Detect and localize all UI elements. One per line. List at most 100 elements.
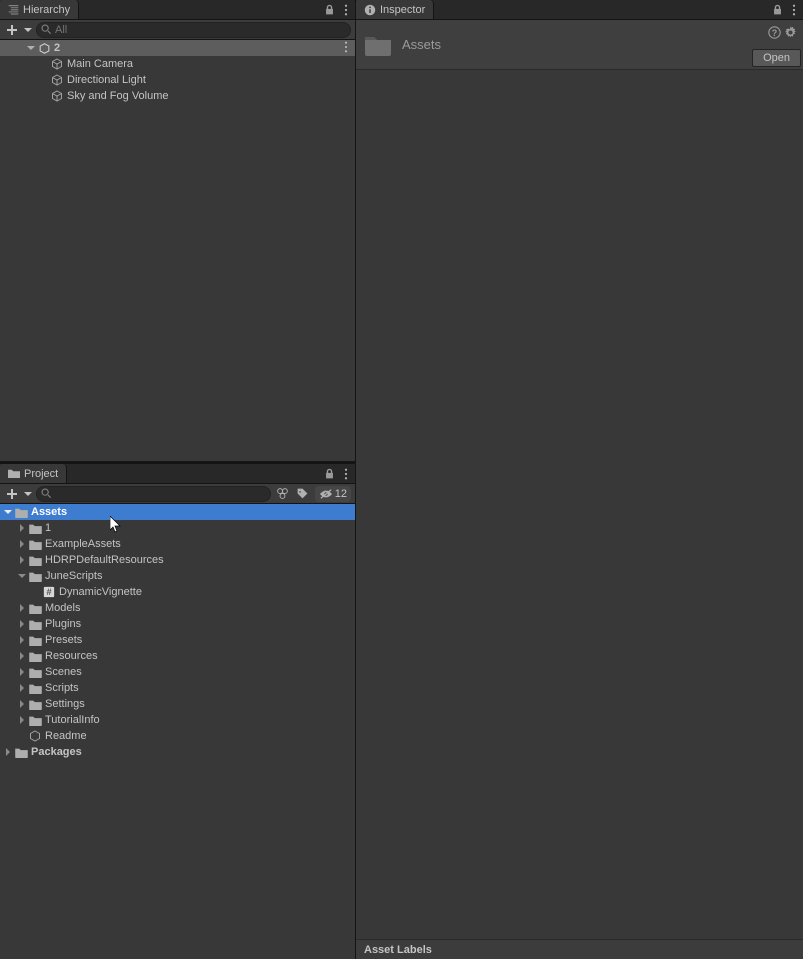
folder-icon: [28, 553, 42, 567]
project-item[interactable]: Assets: [0, 504, 355, 520]
info-icon: [364, 4, 376, 16]
inspector-header: Assets ? Open: [356, 20, 803, 70]
hierarchy-icon: [8, 4, 19, 15]
folder-icon: [28, 537, 42, 551]
project-item-label: Scripts: [45, 682, 79, 694]
kebab-icon[interactable]: [341, 4, 351, 16]
project-item[interactable]: Scripts: [0, 680, 355, 696]
project-item-label: Presets: [45, 634, 82, 646]
project-item[interactable]: Models: [0, 600, 355, 616]
folder-icon: [364, 33, 392, 57]
hierarchy-item-label: Directional Light: [67, 74, 146, 86]
help-icon[interactable]: ?: [768, 26, 781, 39]
project-item-label: DynamicVignette: [59, 586, 142, 598]
kebab-icon[interactable]: [789, 4, 799, 16]
folder-icon: [28, 601, 42, 615]
project-item-label: Resources: [45, 650, 98, 662]
create-button[interactable]: [4, 22, 20, 38]
hierarchy-tabbar: Hierarchy: [0, 0, 355, 20]
project-tree: Assets1 ExampleAssets HDRPDefaultResources…: [0, 504, 355, 959]
project-item[interactable]: Presets: [0, 632, 355, 648]
kebab-icon[interactable]: [341, 468, 351, 480]
inspector-panel: Inspector Assets ? Open Asset Labels: [356, 0, 803, 959]
project-item-label: JuneScripts: [45, 570, 102, 582]
svg-text:#: #: [46, 586, 52, 597]
project-panel: Project 12: [0, 464, 355, 959]
lock-icon[interactable]: [324, 4, 335, 15]
asset-labels-header[interactable]: Asset Labels: [356, 939, 803, 959]
kebab-icon[interactable]: [341, 41, 351, 53]
folder-icon: [28, 569, 42, 583]
gameobject-icon: [50, 73, 64, 87]
gameobject-icon: [50, 89, 64, 103]
unity-icon: [37, 41, 51, 55]
hierarchy-search-input[interactable]: [36, 22, 351, 38]
hierarchy-panel: Hierarchy 2: [0, 0, 355, 461]
lock-icon[interactable]: [324, 468, 335, 479]
filter-by-type-button[interactable]: [275, 486, 291, 502]
hierarchy-item[interactable]: Sky and Fog Volume: [0, 88, 355, 104]
folder-icon: [28, 633, 42, 647]
project-item[interactable]: Resources: [0, 648, 355, 664]
project-item[interactable]: Readme: [0, 728, 355, 744]
hidden-icon: [319, 488, 333, 500]
gameobject-icon: [50, 57, 64, 71]
project-tabbar: Project: [0, 464, 355, 484]
project-search-input[interactable]: [36, 486, 271, 502]
project-item[interactable]: # DynamicVignette: [0, 584, 355, 600]
project-item[interactable]: ExampleAssets: [0, 536, 355, 552]
folder-icon: [28, 681, 42, 695]
project-item-label: HDRPDefaultResources: [45, 554, 164, 566]
chevron-down-icon[interactable]: [24, 490, 32, 498]
project-item-label: Packages: [31, 746, 82, 758]
project-title: Project: [24, 468, 58, 480]
open-button[interactable]: Open: [752, 49, 801, 67]
project-item[interactable]: Scenes: [0, 664, 355, 680]
project-item-label: Plugins: [45, 618, 81, 630]
inspector-tab[interactable]: Inspector: [356, 0, 434, 19]
folder-icon: [28, 617, 42, 631]
hierarchy-item-label: Sky and Fog Volume: [67, 90, 169, 102]
folder-icon: [28, 521, 42, 535]
hierarchy-item[interactable]: Directional Light: [0, 72, 355, 88]
filter-by-label-button[interactable]: [295, 486, 311, 502]
inspector-body: [356, 70, 803, 939]
create-button[interactable]: [4, 486, 20, 502]
lock-icon[interactable]: [772, 4, 783, 15]
chevron-down-icon[interactable]: [24, 26, 32, 34]
project-item[interactable]: Settings: [0, 696, 355, 712]
project-tab[interactable]: Project: [0, 464, 67, 483]
project-toolbar: 12: [0, 484, 355, 504]
search-icon: [41, 24, 52, 35]
inspector-asset-name: Assets: [402, 37, 441, 52]
project-item-label: TutorialInfo: [45, 714, 100, 726]
project-item[interactable]: HDRPDefaultResources: [0, 552, 355, 568]
project-item[interactable]: JuneScripts: [0, 568, 355, 584]
svg-text:?: ?: [772, 28, 777, 38]
gear-icon[interactable]: [784, 26, 797, 39]
hierarchy-tab[interactable]: Hierarchy: [0, 0, 79, 19]
inspector-title: Inspector: [380, 4, 425, 16]
script-icon: #: [42, 585, 56, 599]
hierarchy-tree: 2 Main Camera Directional Light Sky and …: [0, 40, 355, 461]
project-search-wrap: [36, 486, 271, 502]
project-item[interactable]: 1: [0, 520, 355, 536]
hierarchy-title: Hierarchy: [23, 4, 70, 16]
project-item-label: ExampleAssets: [45, 538, 121, 550]
hierarchy-item[interactable]: Main Camera: [0, 56, 355, 72]
project-item[interactable]: Packages: [0, 744, 355, 760]
hidden-items-button[interactable]: 12: [315, 486, 351, 502]
scene-row[interactable]: 2: [0, 40, 355, 56]
hierarchy-item-label: Main Camera: [67, 58, 133, 70]
folder-icon: [28, 697, 42, 711]
hidden-count: 12: [335, 488, 347, 500]
project-item[interactable]: TutorialInfo: [0, 712, 355, 728]
search-icon: [41, 488, 52, 499]
folder-icon: [28, 649, 42, 663]
folder-icon: [28, 713, 42, 727]
folder-icon: [14, 745, 28, 759]
project-item[interactable]: Plugins: [0, 616, 355, 632]
project-item-label: Scenes: [45, 666, 82, 678]
inspector-tabbar: Inspector: [356, 0, 803, 20]
folder-icon: [28, 665, 42, 679]
